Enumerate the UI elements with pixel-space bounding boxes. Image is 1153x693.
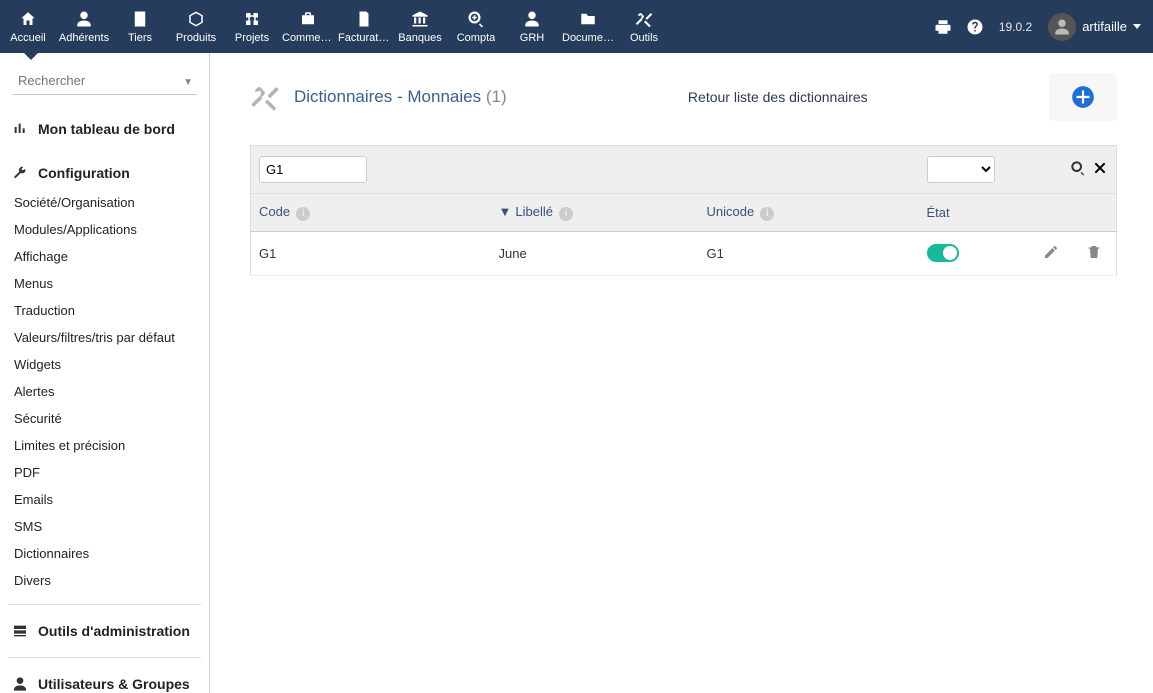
cell-unicode: G1	[699, 231, 919, 275]
info-icon: i	[760, 207, 774, 221]
user-icon	[75, 10, 93, 28]
sidebar-link[interactable]: Alertes	[8, 378, 201, 405]
user-icon	[523, 10, 541, 28]
nav-item-outils[interactable]: Outils	[616, 0, 672, 53]
nav-item-commerce[interactable]: Commerce	[280, 0, 336, 53]
nav-item-tiers[interactable]: Tiers	[112, 0, 168, 53]
col-state[interactable]: État	[919, 194, 1029, 232]
sidebar-dashboard[interactable]: Mon tableau de bord	[8, 113, 201, 145]
info-icon: i	[296, 207, 310, 221]
server-icon	[12, 623, 28, 639]
nav-item-grh[interactable]: GRH	[504, 0, 560, 53]
sort-desc-icon: ▼	[499, 204, 512, 219]
clear-filter-icon[interactable]	[1092, 160, 1108, 176]
sidebar-link[interactable]: PDF	[8, 459, 201, 486]
col-code[interactable]: Codei	[251, 194, 491, 232]
folder-icon	[579, 10, 597, 28]
edit-icon[interactable]	[1043, 244, 1059, 260]
version-label: 19.0.2	[991, 0, 1040, 53]
chart-icon	[12, 121, 28, 137]
sidebar-link[interactable]: Limites et précision	[8, 432, 201, 459]
top-nav: AccueilAdhérentsTiersProduitsProjetsComm…	[0, 0, 1153, 53]
building-icon	[131, 10, 149, 28]
delete-icon[interactable]	[1086, 244, 1102, 260]
sidebar-admin-tools[interactable]: Outils d'administration	[8, 615, 201, 647]
tools-icon	[250, 82, 280, 112]
info-icon: i	[559, 207, 573, 221]
help-icon	[966, 18, 984, 36]
page-count: (1)	[486, 87, 507, 106]
chevron-down-icon	[1133, 24, 1141, 29]
nav-item-documents[interactable]: Documents	[560, 0, 616, 53]
filter-state-select[interactable]	[927, 156, 995, 183]
back-to-list-link[interactable]: Retour liste des dictionnaires	[507, 89, 1049, 105]
sidebar-configuration[interactable]: Configuration	[8, 157, 201, 189]
table-row: G1 June G1	[251, 231, 1117, 275]
tools-icon	[635, 10, 653, 28]
currencies-table: Codei ▼Libelléi Unicodei État G1 June G1	[250, 145, 1117, 276]
cell-label: June	[491, 231, 699, 275]
col-unicode[interactable]: Unicodei	[699, 194, 919, 232]
nav-item-accueil[interactable]: Accueil	[0, 0, 56, 53]
filter-code-input[interactable]	[259, 156, 367, 183]
nav-item-compta[interactable]: Compta	[448, 0, 504, 53]
sidebar-link[interactable]: Widgets	[8, 351, 201, 378]
add-button[interactable]	[1049, 73, 1117, 121]
nav-item-banques[interactable]: Banques	[392, 0, 448, 53]
page-title: Dictionnaires - Monnaies (1)	[294, 87, 507, 107]
person-icon	[1053, 18, 1071, 36]
print-button[interactable]	[927, 0, 959, 53]
briefcase-icon	[299, 10, 317, 28]
project-icon	[243, 10, 261, 28]
invoice-icon	[355, 10, 373, 28]
wrench-icon	[12, 165, 28, 181]
sidebar-search-input[interactable]	[12, 67, 197, 95]
cell-code: G1	[251, 231, 491, 275]
sidebar-link[interactable]: Menus	[8, 270, 201, 297]
sidebar-link[interactable]: SMS	[8, 513, 201, 540]
nav-item-produits[interactable]: Produits	[168, 0, 224, 53]
sidebar-link[interactable]: Dictionnaires	[8, 540, 201, 567]
nav-item-facturation[interactable]: Facturation	[336, 0, 392, 53]
plus-icon	[1070, 84, 1096, 110]
sidebar-link[interactable]: Affichage	[8, 243, 201, 270]
sidebar-link[interactable]: Traduction	[8, 297, 201, 324]
main-content: Dictionnaires - Monnaies (1) Retour list…	[210, 53, 1153, 693]
sidebar-link[interactable]: Valeurs/filtres/tris par défaut	[8, 324, 201, 351]
sidebar-link[interactable]: Société/Organisation	[8, 189, 201, 216]
col-label[interactable]: ▼Libelléi	[491, 194, 699, 232]
print-icon	[934, 18, 952, 36]
search-icon[interactable]	[1070, 160, 1086, 176]
user-menu[interactable]: artifaille	[1040, 0, 1153, 53]
sidebar-link[interactable]: Sécurité	[8, 405, 201, 432]
user-icon	[12, 676, 28, 692]
search-plus-icon	[467, 10, 485, 28]
username: artifaille	[1082, 19, 1127, 34]
sidebar-link[interactable]: Divers	[8, 567, 201, 594]
help-button[interactable]	[959, 0, 991, 53]
sidebar-users-groups[interactable]: Utilisateurs & Groupes	[8, 668, 201, 693]
cube-icon	[187, 10, 205, 28]
sidebar: ▼ Mon tableau de bord Configuration Soci…	[0, 53, 210, 693]
state-toggle[interactable]	[927, 244, 959, 262]
avatar	[1048, 13, 1076, 41]
bank-icon	[411, 10, 429, 28]
sidebar-link[interactable]: Emails	[8, 486, 201, 513]
nav-item-adhérents[interactable]: Adhérents	[56, 0, 112, 53]
nav-item-projets[interactable]: Projets	[224, 0, 280, 53]
home-icon	[19, 10, 37, 28]
sidebar-link[interactable]: Modules/Applications	[8, 216, 201, 243]
